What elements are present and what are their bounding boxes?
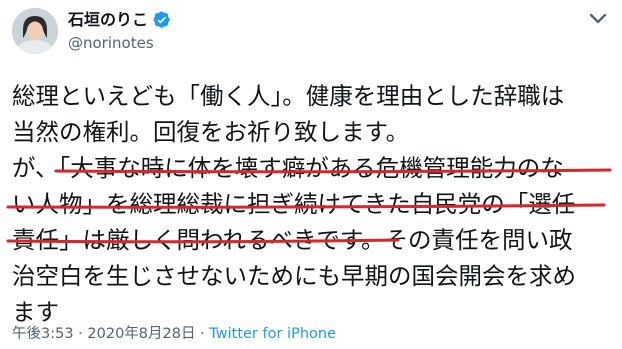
tweet-line: 当然の権利。回復をお祈り致します。 — [12, 118, 410, 146]
meta-separator: · — [195, 326, 210, 342]
tweet-time[interactable]: 午後3:53 — [12, 326, 74, 342]
tweet-source-link[interactable]: Twitter for iPhone — [209, 326, 336, 342]
tweet-line: い人物」を総理総裁に担ぎ続けてきた自民党の「選任 — [12, 190, 576, 218]
author-handle[interactable]: @norinotes — [68, 34, 154, 52]
avatar[interactable] — [12, 8, 58, 54]
tweet-line: 総理といえども「働く人」。健康を理由とした辞職は — [12, 82, 565, 110]
verified-badge-icon — [153, 11, 170, 28]
meta-separator: · — [73, 326, 88, 342]
chevron-down-icon[interactable] — [588, 12, 608, 26]
tweet-line: 治空白を生じさせないためにも早期の国会開会を求め — [12, 262, 576, 290]
tweet-line: が、「大事な時に体を壊す癖がある危機管理能力のな — [12, 154, 564, 182]
tweet-date[interactable]: 2020年8月28日 — [87, 326, 195, 342]
tweet-line: 責任」は厳しく問われるべきです。その責任を問い政 — [12, 226, 573, 254]
tweet-meta: 午後3:53 · 2020年8月28日 · Twitter for iPhone — [12, 322, 336, 343]
display-name[interactable]: 石垣のりこ — [68, 10, 148, 30]
author-name-row[interactable]: 石垣のりこ — [68, 10, 171, 30]
tweet-text: 総理といえども「働く人」。健康を理由とした辞職は 当然の権利。回復をお祈り致しま… — [12, 78, 612, 330]
